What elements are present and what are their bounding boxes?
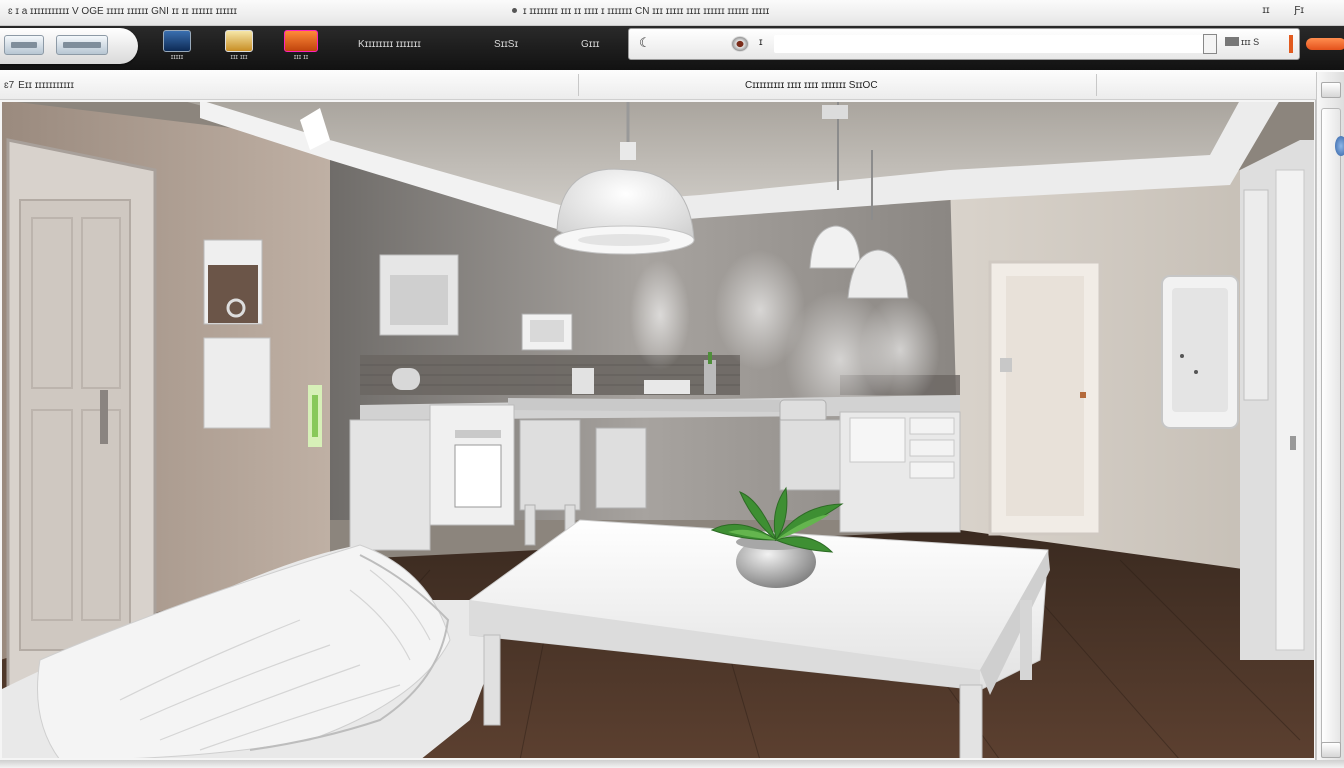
bars-icon <box>1225 37 1239 46</box>
navigation-group <box>0 28 138 64</box>
app-launcher-sun[interactable]: ɪɪɪ ɪɪɪ <box>222 30 256 61</box>
monitor-icon <box>163 30 191 52</box>
app-label: ɪɪɪ ɪɪɪ <box>230 54 248 61</box>
menu-item[interactable]: SɪɪSɪ <box>494 39 518 50</box>
view-controls-label: ɪɪɪ S <box>1241 37 1260 47</box>
window-title-text: ɪ ɪɪɪɪɪɪɪɪ ɪɪɪ ɪɪ ɪɪɪɪ ɪ ɪɪɪɪɪɪɪ CN ɪɪɪ … <box>523 6 770 17</box>
app-label: ɪɪɪɪɪ <box>170 54 184 61</box>
header-divider <box>1096 74 1097 96</box>
window-title-center: ɪ ɪɪɪɪɪɪɪɪ ɪɪɪ ɪɪ ɪɪɪɪ ɪ ɪɪɪɪɪɪɪ CN ɪɪɪ … <box>512 6 769 17</box>
room-render-image <box>0 100 1315 760</box>
search-prefix: ɪ <box>759 37 763 48</box>
view-controls[interactable]: ɪɪɪ S <box>1225 37 1259 47</box>
status-dot-icon <box>512 8 517 13</box>
back-button[interactable] <box>4 35 44 55</box>
image-caption: Cɪɪɪɪɪɪɪɪɪ ɪɪɪɪ ɪɪɪɪ ɪɪɪɪɪɪɪ SɪɪOC <box>745 80 878 91</box>
app-launcher-monitor[interactable]: ɪɪɪɪɪ <box>160 30 194 61</box>
window-control-1[interactable]: ɪɪ <box>1262 5 1269 16</box>
menu-item[interactable]: Gɪɪɪ <box>581 39 599 50</box>
image-viewport[interactable] <box>0 100 1316 760</box>
forward-button[interactable] <box>56 35 108 55</box>
viewer-header: ɛ7 Eɪɪ ɪɪɪɪɪɪɪɪɪɪɪ Cɪɪɪɪɪɪɪɪɪ ɪɪɪɪ ɪɪɪɪ ɪ… <box>0 70 1344 100</box>
menu-button[interactable] <box>1306 38 1344 50</box>
vertical-scrollbar[interactable] <box>1316 72 1344 762</box>
app-launcher-tv[interactable]: ɪɪɪ ɪɪ <box>284 30 318 61</box>
window-titlebar: ɛ ɪ a ɪɪɪɪɪɪɪɪɪɪɪ V OGE ɪɪɪɪɪ ɪɪɪɪɪɪ GNI… <box>0 0 1344 26</box>
main-toolbar: ɪɪɪɪɪ ɪɪɪ ɪɪɪ ɪɪɪ ɪɪ Kɪɪɪɪɪɪɪɪ ɪɪɪɪɪɪɪ S… <box>0 26 1344 70</box>
breadcrumb[interactable]: ɛ7 Eɪɪ ɪɪɪɪɪɪɪɪɪɪɪ <box>4 80 74 91</box>
bookmark-marker <box>1289 35 1293 53</box>
camera-icon[interactable] <box>731 36 749 52</box>
breadcrumb-prefix: ɛ7 <box>4 80 15 91</box>
header-divider <box>578 74 579 96</box>
scroll-down-button[interactable] <box>1321 742 1341 758</box>
moon-icon[interactable]: ☾ <box>639 35 651 51</box>
search-input[interactable] <box>774 35 1204 53</box>
tv-icon <box>284 30 318 52</box>
scroll-up-button[interactable] <box>1321 82 1341 98</box>
menu-title[interactable]: Kɪɪɪɪɪɪɪɪ ɪɪɪɪɪɪɪ <box>358 39 421 50</box>
window-controls[interactable]: ɪɪ Ƒɪ <box>1240 5 1304 16</box>
zoom-knob-icon[interactable] <box>1335 136 1344 156</box>
page-icon[interactable] <box>1203 34 1217 54</box>
window-control-2[interactable]: Ƒɪ <box>1294 5 1304 16</box>
address-bar: ☾ ɪ ɪɪɪ S <box>628 28 1300 60</box>
scrollbar-thumb[interactable] <box>1321 108 1341 748</box>
breadcrumb-text: Eɪɪ ɪɪɪɪɪɪɪɪɪɪɪ <box>18 80 74 91</box>
status-edge <box>0 760 1344 768</box>
app-label: ɪɪɪ ɪɪ <box>293 54 309 61</box>
sun-icon <box>225 30 253 52</box>
window-title-left: ɛ ɪ a ɪɪɪɪɪɪɪɪɪɪɪ V OGE ɪɪɪɪɪ ɪɪɪɪɪɪ GNI… <box>8 6 237 17</box>
